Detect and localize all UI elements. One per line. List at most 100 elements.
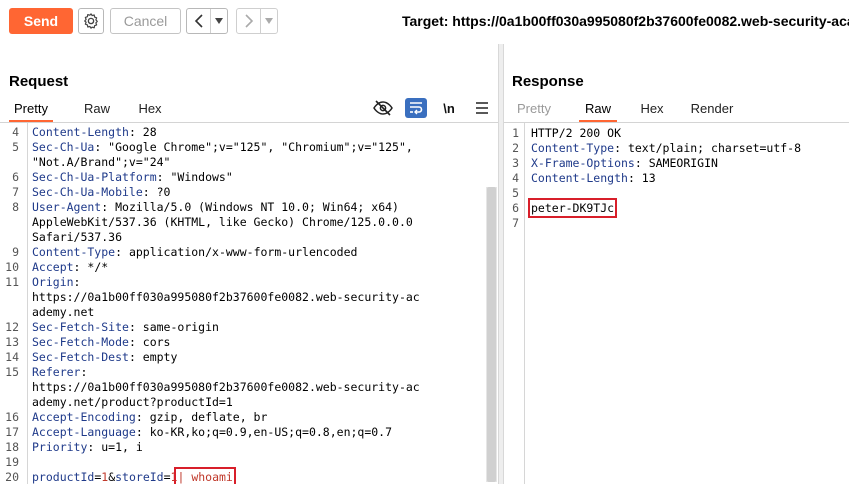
settings-button[interactable] [78, 8, 104, 34]
header-value: : "Windows" [156, 170, 233, 184]
target-url[interactable]: Target: https://0a1b00ff030a995080f2b376… [402, 13, 849, 29]
show-newlines-button[interactable]: \n [438, 98, 460, 118]
response-title: Response [512, 73, 584, 90]
response-tabs: Pretty Raw Hex Render [512, 98, 737, 122]
line-number: 1 [512, 126, 519, 140]
wrap-lines-button[interactable] [405, 98, 427, 118]
caret-down-icon [265, 18, 273, 24]
request-line[interactable]: 5 Sec-Ch-Ua: "Google Chrome";v="125", "Ch… [0, 140, 486, 155]
response-line[interactable]: 5 [504, 186, 849, 201]
line-number: 8 [12, 200, 19, 214]
request-line[interactable]: 16 Accept-Encoding: gzip, deflate, br [0, 410, 486, 425]
response-line[interactable]: 1 HTTP/2 200 OK [504, 126, 849, 141]
header-value: Safari/537.36 [32, 230, 123, 244]
tab-request-hex[interactable]: Hex [135, 98, 165, 122]
tab-request-raw[interactable]: Raw [79, 98, 115, 122]
header-name: Content-Length [32, 125, 129, 139]
header-name: Sec-Ch-Ua-Mobile [32, 185, 143, 199]
header-value: https://0a1b00ff030a995080f2b37600fe0082… [32, 380, 420, 394]
line-number: 3 [512, 156, 519, 170]
line-number: 4 [12, 125, 19, 139]
header-name: Sec-Fetch-Site [32, 320, 129, 334]
line-number: 11 [5, 275, 19, 289]
injected-command-highlight: | whoami [174, 467, 236, 484]
caret-down-icon [215, 18, 223, 24]
request-editor[interactable]: 4 Content-Length: 28 5 Sec-Ch-Ua: "Google C… [0, 122, 498, 484]
request-line[interactable]: 20 productId=1&storeId=1| whoami [0, 467, 486, 484]
request-line[interactable]: 6 Sec-Ch-Ua-Platform: "Windows" [0, 170, 486, 185]
header-name: Sec-Fetch-Dest [32, 350, 129, 364]
eye-slash-icon [373, 100, 393, 116]
request-line[interactable]: 17 Accept-Language: ko-KR,ko;q=0.9,en-US;… [0, 425, 486, 440]
request-line[interactable]: 9 Content-Type: application/x-www-form-ur… [0, 245, 486, 260]
header-value: "Not.A/Brand";v="24" [32, 155, 171, 169]
request-line[interactable]: Safari/537.36 [0, 230, 486, 245]
send-button[interactable]: Send [9, 8, 73, 34]
request-line[interactable]: 8 User-Agent: Mozilla/5.0 (Windows NT 10.… [0, 200, 486, 215]
request-line[interactable]: 12 Sec-Fetch-Site: same-origin [0, 320, 486, 335]
request-line[interactable]: 15 Referer: [0, 365, 486, 380]
response-line[interactable]: 3 X-Frame-Options: SAMEORIGIN [504, 156, 849, 171]
request-line[interactable]: 18 Priority: u=1, i [0, 440, 486, 455]
tab-response-pretty[interactable]: Pretty [512, 98, 556, 122]
header-value: : ?0 [142, 185, 171, 199]
header-name: Priority [32, 440, 88, 454]
tab-request-pretty[interactable]: Pretty [9, 98, 53, 122]
header-value: : application/x-www-form-urlencoded [115, 245, 358, 259]
line-text: "Not.A/Brand";v="24" [32, 155, 170, 170]
request-menu-button[interactable] [471, 98, 493, 118]
line-number: 7 [512, 216, 519, 230]
header-name: Accept-Encoding [32, 410, 136, 424]
line-text: Sec-Fetch-Dest: empty [32, 350, 177, 365]
header-name: X-Frame-Options [531, 156, 635, 170]
request-line[interactable]: 11 Origin: [0, 275, 486, 290]
tab-response-raw[interactable]: Raw [579, 98, 617, 122]
line-number: 6 [12, 170, 19, 184]
history-forward-group [236, 8, 278, 34]
response-line[interactable]: 2 Content-Type: text/plain; charset=utf-8 [504, 141, 849, 156]
response-line[interactable]: 6 peter-DK9TJc [504, 198, 849, 218]
line-text: Priority: u=1, i [32, 440, 143, 455]
tab-response-hex[interactable]: Hex [637, 98, 667, 122]
request-scrollbar-thumb[interactable] [487, 187, 496, 482]
line-number: 2 [512, 141, 519, 155]
request-line[interactable]: https://0a1b00ff030a995080f2b37600fe0082… [0, 290, 486, 305]
line-text: ademy.net [32, 305, 94, 320]
line-number: 9 [12, 245, 19, 259]
request-line[interactable]: 13 Sec-Fetch-Mode: cors [0, 335, 486, 350]
history-forward-button[interactable] [237, 9, 261, 33]
response-line[interactable]: 7 [504, 216, 849, 231]
response-line[interactable]: 4 Content-Length: 13 [504, 171, 849, 186]
line-number: 5 [512, 186, 519, 200]
cancel-button[interactable]: Cancel [110, 8, 181, 34]
request-line[interactable]: 19 [0, 455, 486, 470]
line-number: 20 [5, 470, 19, 484]
tab-response-render[interactable]: Render [687, 98, 737, 122]
request-line[interactable]: 4 Content-Length: 28 [0, 125, 486, 140]
hide-nonprintable-button[interactable] [372, 98, 394, 118]
request-line[interactable]: 7 Sec-Ch-Ua-Mobile: ?0 [0, 185, 486, 200]
history-forward-dropdown[interactable] [261, 9, 277, 33]
line-text: peter-DK9TJc [527, 198, 618, 218]
line-number: 17 [5, 425, 19, 439]
line-number: 7 [12, 185, 19, 199]
header-value: : text/plain; charset=utf-8 [614, 141, 802, 155]
header-value: : same-origin [128, 320, 219, 334]
request-tabs: Pretty Raw Hex [9, 98, 165, 122]
history-back-button[interactable] [187, 9, 211, 33]
line-text: https://0a1b00ff030a995080f2b37600fe0082… [32, 290, 420, 305]
request-line[interactable]: ademy.net/product?productId=1 [0, 395, 486, 410]
response-editor[interactable]: 1 HTTP/2 200 OK 2 Content-Type: text/plain;… [504, 122, 849, 484]
history-back-dropdown[interactable] [211, 9, 227, 33]
request-line[interactable]: 10 Accept: */* [0, 260, 486, 275]
request-line[interactable]: https://0a1b00ff030a995080f2b37600fe0082… [0, 380, 486, 395]
line-text: Accept-Encoding: gzip, deflate, br [32, 410, 267, 425]
line-text: Sec-Fetch-Mode: cors [32, 335, 170, 350]
request-line[interactable]: ademy.net [0, 305, 486, 320]
request-line[interactable]: "Not.A/Brand";v="24" [0, 155, 486, 170]
header-name: Content-Type [531, 141, 615, 155]
line-text: Content-Type: application/x-www-form-url… [32, 245, 357, 260]
request-line[interactable]: AppleWebKit/537.36 (KHTML, like Gecko) C… [0, 215, 486, 230]
gear-icon [84, 13, 98, 29]
request-line[interactable]: 14 Sec-Fetch-Dest: empty [0, 350, 486, 365]
